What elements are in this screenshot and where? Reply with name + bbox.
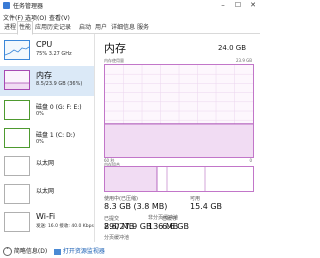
sidebar-item-detail: 0%	[36, 111, 44, 117]
tab-performance[interactable]: 性能	[17, 21, 34, 35]
sidebar-item-label: CPU	[36, 40, 53, 49]
panel-title: 内存	[104, 42, 126, 55]
menu-view[interactable]: 查看(V)	[49, 13, 70, 22]
disk-0-thumbnail	[4, 100, 30, 120]
window-title: 任务管理器	[13, 3, 44, 10]
ethernet-2-thumbnail	[4, 184, 30, 204]
memory-thumbnail	[4, 70, 30, 90]
disk-1-thumbnail	[4, 128, 30, 148]
memory-composition-bar	[104, 166, 254, 192]
cpu-thumbnail	[4, 40, 30, 60]
paged-pool-label: 分页缓冲池	[104, 235, 130, 241]
sidebar-item-disk-1[interactable]: 磁盘 1 (C: D:) 0%	[0, 124, 94, 154]
sidebar-item-label: Wi-Fi	[36, 212, 56, 221]
close-button[interactable]: ✕	[246, 0, 260, 10]
chevron-up-icon: ˄	[3, 247, 12, 256]
memory-panel: 内存 24.0 GB 内存使用量 23.9 GB 60 秒 0 内存组合 使用中…	[98, 34, 260, 242]
tab-startup[interactable]: 启动	[78, 22, 92, 33]
status-bar: ˄ 简略信息(D) 打开资源监视器	[0, 242, 260, 258]
nonpaged-pool-value: 136 MB	[148, 222, 179, 231]
sidebar-item-detail: 75% 3.27 GHz	[36, 51, 72, 57]
memory-total: 24.0 GB	[217, 44, 246, 52]
tab-services[interactable]: 服务	[136, 22, 150, 33]
sidebar-item-cpu[interactable]: CPU 75% 3.27 GHz	[0, 36, 94, 66]
in-use-label: 使用中(已压缩)	[104, 196, 138, 202]
fewer-details-button[interactable]: ˄ 简略信息(D)	[3, 246, 47, 256]
tab-users[interactable]: 用户	[94, 22, 108, 33]
in-use-value: 8.3 GB (3.8 MB)	[104, 202, 168, 211]
available-label: 可用	[190, 196, 201, 202]
sidebar-item-detail: 8.5/23.9 GB (36%)	[36, 81, 83, 87]
sidebar-item-label: 磁盘 1 (C: D:)	[36, 132, 76, 139]
title-bar: 任务管理器 – ☐ ✕	[0, 0, 260, 12]
sidebar-item-detail: 0%	[36, 139, 44, 145]
memory-usage-graph	[104, 64, 254, 158]
sidebar-item-ethernet-2[interactable]: 以太网	[0, 180, 94, 210]
sidebar-item-disk-0[interactable]: 磁盘 0 (G: F: E:) 0%	[0, 96, 94, 126]
sidebar-item-detail: 发送: 16.0 接收: 40.0 Kbps	[36, 224, 94, 229]
time-axis-end: 0	[249, 158, 252, 163]
tab-app-history[interactable]: 应用历史记录	[34, 22, 72, 33]
sidebar-item-label: 以太网	[36, 188, 55, 195]
open-resource-monitor-link[interactable]: 打开资源监视器	[54, 246, 105, 255]
sidebar-item-label: 以太网	[36, 160, 55, 167]
minimize-button[interactable]: –	[216, 0, 230, 10]
sidebar-item-wifi[interactable]: Wi-Fi 发送: 16.0 接收: 40.0 Kbps	[0, 208, 94, 238]
wifi-thumbnail	[4, 212, 30, 232]
menu-bar: 文件(F) 选项(O) 查看(V)	[0, 12, 260, 22]
usage-graph-max: 23.9 GB	[235, 58, 252, 63]
ethernet-1-thumbnail	[4, 156, 30, 176]
paged-pool-value: 290 MB	[104, 222, 135, 231]
task-manager-icon	[3, 2, 10, 9]
fewer-details-label: 简略信息(D)	[13, 248, 48, 255]
sidebar-item-ethernet-1[interactable]: 以太网	[0, 152, 94, 182]
nonpaged-pool-label: 非分页缓冲池	[148, 215, 179, 221]
tab-details[interactable]: 详细信息	[110, 22, 136, 33]
tab-bar: 进程 性能 应用历史记录 启动 用户 详细信息 服务	[0, 21, 260, 35]
sidebar-item-label: 内存	[36, 71, 52, 80]
open-resource-monitor-label: 打开资源监视器	[62, 248, 105, 255]
maximize-button[interactable]: ☐	[231, 0, 245, 10]
resource-monitor-icon	[54, 248, 61, 255]
available-value: 15.4 GB	[190, 202, 223, 211]
sidebar-item-label: 磁盘 0 (G: F: E:)	[36, 104, 82, 111]
tab-processes[interactable]: 进程	[3, 22, 17, 33]
resource-sidebar: CPU 75% 3.27 GHz 内存 8.5/23.9 GB (36%) 磁盘…	[0, 34, 95, 242]
sidebar-item-memory[interactable]: 内存 8.5/23.9 GB (36%)	[0, 66, 94, 96]
committed-label: 已提交	[104, 216, 120, 222]
usage-area	[105, 123, 253, 157]
